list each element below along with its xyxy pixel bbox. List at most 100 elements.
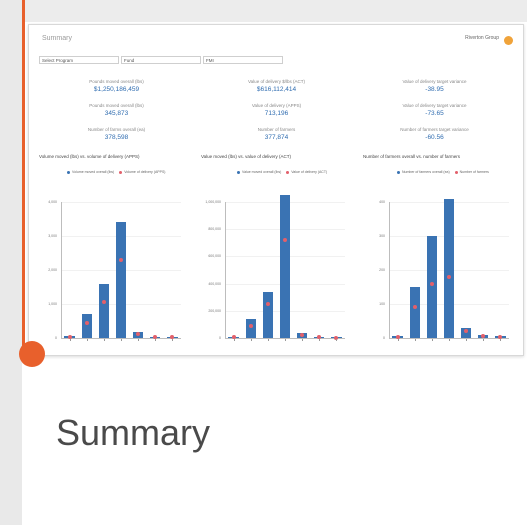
legend-swatch-2 <box>454 170 458 174</box>
kpi-value: 345,873 <box>104 110 129 117</box>
filter-fund[interactable]: Fund <box>121 56 201 64</box>
chart-point[interactable] <box>265 302 270 306</box>
chart-point[interactable] <box>429 281 434 286</box>
y-tick-label: 3,000 <box>48 234 57 238</box>
y-axis <box>389 202 390 338</box>
legend-label: Number of farmers <box>459 170 489 174</box>
chart-bar[interactable] <box>443 198 455 338</box>
chart-point[interactable] <box>136 331 141 336</box>
y-axis <box>61 202 62 338</box>
x-tick <box>267 339 269 341</box>
filter-program[interactable]: Select Program <box>39 56 119 64</box>
kpi-3: Value of delivery target variance -38.95 <box>387 79 482 94</box>
y-tick-label: 2,000 <box>48 268 57 272</box>
x-tick <box>302 339 304 341</box>
chart-bar[interactable] <box>245 318 256 338</box>
chart-point[interactable] <box>300 332 305 337</box>
brand-logo-icon <box>504 36 513 45</box>
kpi-2: Value of delivery $/lbs (ACT) $616,112,4… <box>229 79 324 94</box>
chart-3-panel: 400 300 200 100 0 <box>363 180 513 350</box>
chart-bar[interactable] <box>262 291 273 338</box>
legend-label: Number of farmers overall (ea) <box>402 170 450 174</box>
chart-point[interactable] <box>119 257 123 262</box>
chart-point[interactable] <box>84 320 89 325</box>
y-tick-label: 4,000 <box>48 200 57 204</box>
thumbnail-title: Summary <box>42 35 72 42</box>
legend-swatch-1 <box>237 170 240 174</box>
chart-bar[interactable] <box>279 195 291 338</box>
filter-fmi[interactable]: FMI <box>203 56 283 64</box>
x-tick <box>414 339 416 341</box>
chart-bar[interactable] <box>81 314 92 338</box>
chart-2-title: Value moved (lbs) vs. value of delivery … <box>201 154 291 159</box>
y-axis <box>225 202 226 338</box>
y-tick-label: 100 <box>379 302 385 306</box>
chart-1-legend: Volume moved overall (lbs) Volume of del… <box>67 170 165 174</box>
kpi-value: 713,196 <box>264 110 289 117</box>
y-tick-label: 1,000,000 <box>205 200 221 204</box>
legend-label: Volume moved overall (lbs) <box>72 170 115 174</box>
kpi-value: -38.95 <box>425 86 444 93</box>
chart-2-panel: 1,000,000 800,000 600,000 400,000 200,000 0 <box>199 180 349 350</box>
chart-bar[interactable] <box>98 283 109 338</box>
chart-bar[interactable] <box>426 236 437 338</box>
x-tick <box>500 339 502 341</box>
timeline-node-icon[interactable] <box>19 341 45 367</box>
x-tick <box>466 339 468 341</box>
x-tick <box>121 339 122 341</box>
x-tick <box>483 339 485 341</box>
x-tick <box>285 339 286 341</box>
chart-point[interactable] <box>447 274 451 279</box>
y-tick-label: 200 <box>379 268 385 272</box>
kpi-7: Number of farms overall (ea) 378,598 <box>69 127 164 142</box>
legend-swatch-1 <box>67 170 70 174</box>
x-tick <box>250 339 252 341</box>
x-tick <box>233 339 235 341</box>
summary-card[interactable]: Summary Riverton Group Select Program Fu… <box>22 0 527 525</box>
x-tick <box>431 339 433 341</box>
y-tick-label: 0 <box>55 336 57 340</box>
legend-label: Volume of delivery (APPS) <box>124 170 166 174</box>
x-tick <box>319 339 321 341</box>
chart-bar[interactable] <box>409 287 420 338</box>
chart-1-panel: 4,000 3,000 2,000 1,000 0 <box>35 180 185 350</box>
timeline-connector <box>22 0 25 355</box>
y-tick-label: 200,000 <box>208 308 221 313</box>
kpi-value: 378,598 <box>104 134 129 141</box>
legend-label: Value of delivery (ACT) <box>291 170 328 174</box>
kpi-9: Number of farmers target variance -60.56 <box>387 127 482 142</box>
chart-bar[interactable] <box>115 222 127 338</box>
kpi-value: $616,112,414 <box>256 86 297 93</box>
legend-swatch-2 <box>119 170 123 174</box>
x-tick <box>103 339 105 341</box>
kpi-4: Pounds moved overall (lbs) 345,873 <box>69 103 164 118</box>
grid-line <box>61 202 181 203</box>
kpi-8: Number of farmers 377,874 <box>229 127 324 142</box>
kpi-value: -73.65 <box>425 110 444 117</box>
legend-swatch-2 <box>286 170 290 174</box>
dashboard-thumbnail[interactable]: Summary Riverton Group Select Program Fu… <box>28 24 524 356</box>
x-tick <box>397 339 399 341</box>
x-tick <box>155 339 157 341</box>
chart-point[interactable] <box>248 323 253 328</box>
page-title: Summary <box>56 412 211 453</box>
y-tick-label: 400 <box>379 200 385 204</box>
y-tick-label: 0 <box>383 336 385 340</box>
x-tick <box>336 339 338 341</box>
y-tick-label: 0 <box>219 336 221 340</box>
kpi-6: Value of delivery target variance -73.65 <box>387 103 482 118</box>
x-tick <box>69 339 71 341</box>
filter-bar: Select Program Fund FMI <box>39 56 284 65</box>
brand-logo-text: Riverton Group <box>465 35 499 41</box>
y-tick-label: 300 <box>379 234 385 238</box>
y-tick-label: 1,000 <box>48 302 57 306</box>
y-tick-label: 400,000 <box>208 281 221 286</box>
brand-logo: Riverton Group <box>463 33 513 49</box>
x-tick <box>449 339 450 341</box>
card-header-strip <box>22 0 527 22</box>
chart-1-title: Volume moved (lbs) vs. volume of deliver… <box>39 154 140 159</box>
kpi-1: Pounds moved overall (lbs) $1,250,186,45… <box>69 79 164 94</box>
left-gutter <box>0 0 22 525</box>
legend-label: Value moved overall (lbs) <box>242 170 282 174</box>
chart-2-legend: Value moved overall (lbs) Value of deliv… <box>237 170 327 174</box>
